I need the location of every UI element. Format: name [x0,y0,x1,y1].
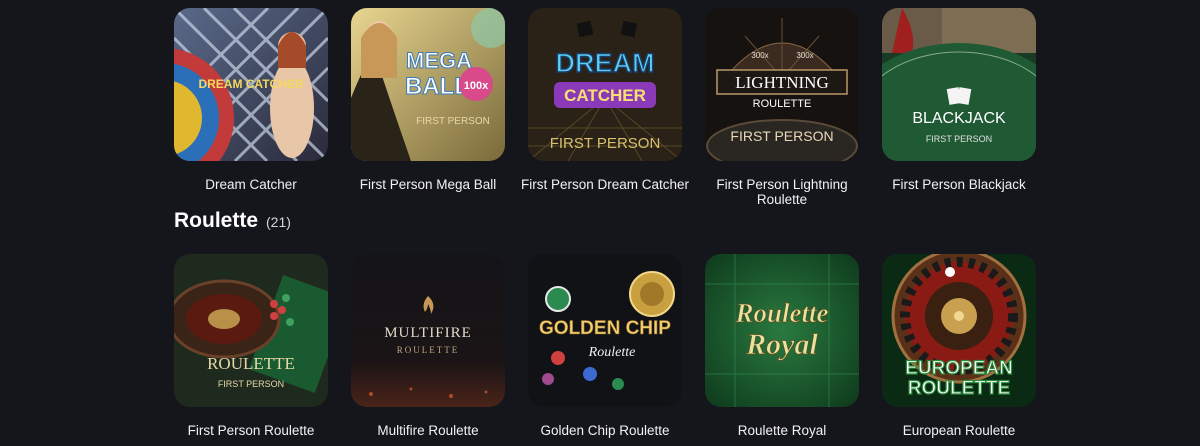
game-card-first-person-dream-catcher[interactable]: DREAM CATCHER FIRST PERSON First Person … [521,8,689,207]
game-thumbnail-multifire-roulette[interactable]: MULTIFIRE ROULETTE [351,254,505,407]
game-thumbnail-golden-chip-roulette[interactable]: GOLDEN CHIP Roulette [528,254,682,407]
game-title[interactable]: European Roulette [874,423,1044,438]
art-text: DREAM [556,48,655,78]
section-count: (21) [266,214,291,230]
game-card-multifire-roulette[interactable]: MULTIFIRE ROULETTE Multifire Roulette [351,254,505,438]
art-text: CATCHER [564,86,646,105]
section-header-roulette: Roulette (21) [174,209,291,233]
art-text: ROULETTE [207,354,295,373]
game-thumbnail-first-person-lightning-roulette[interactable]: 300x 300x LIGHTNING ROULETTE FIRST PERSO… [705,8,859,161]
art-text: ROULETTE [397,345,460,355]
game-card-first-person-blackjack[interactable]: BLACKJACK FIRST PERSON First Person Blac… [882,8,1036,207]
game-thumbnail-dream-catcher[interactable]: DREAM CATCHER [174,8,328,161]
art-text: EUROPEAN [905,358,1013,379]
art-text: 100x [464,80,489,92]
game-thumbnail-first-person-dream-catcher[interactable]: DREAM CATCHER FIRST PERSON [528,8,682,161]
game-thumbnail-roulette-royal[interactable]: Roulette Royal [705,254,859,407]
art-text: MEGA [406,48,472,73]
game-row-top: DREAM CATCHER Dream Catcher MEGA BALL 10… [174,8,1036,207]
game-title[interactable]: First Person Lightning Roulette [697,177,867,207]
art-text: ROULETTE [753,98,812,110]
game-title[interactable]: First Person Blackjack [874,177,1044,192]
game-row-roulette: ROULETTE FIRST PERSON First Person Roule… [174,254,1036,438]
art-text: MULTIFIRE [384,325,472,341]
art-text: 300x [751,51,768,60]
game-title[interactable]: First Person Roulette [166,423,336,438]
art-text: 300x [796,51,813,60]
game-card-golden-chip-roulette[interactable]: GOLDEN CHIP Roulette Golden Chip Roulett… [528,254,682,438]
game-title[interactable]: First Person Dream Catcher [520,177,690,192]
art-text: BLACKJACK [912,110,1006,127]
art-text: Royal [745,328,818,361]
section-title[interactable]: Roulette [174,209,258,233]
art-text: LIGHTNING [735,73,828,92]
game-title[interactable]: Dream Catcher [166,177,336,192]
game-title[interactable]: Roulette Royal [697,423,867,438]
game-thumbnail-first-person-roulette[interactable]: ROULETTE FIRST PERSON [174,254,328,407]
art-text: FIRST PERSON [550,135,661,152]
art-text: GOLDEN CHIP [539,318,671,339]
art-text: FIRST PERSON [730,128,833,144]
game-card-first-person-mega-ball[interactable]: MEGA BALL 100x FIRST PERSON First Person… [351,8,505,207]
art-text: ROULETTE [908,378,1010,399]
game-card-first-person-roulette[interactable]: ROULETTE FIRST PERSON First Person Roule… [174,254,328,438]
game-card-first-person-lightning-roulette[interactable]: 300x 300x LIGHTNING ROULETTE FIRST PERSO… [705,8,859,207]
game-title[interactable]: Multifire Roulette [343,423,513,438]
art-text: Roulette [735,298,829,328]
game-thumbnail-european-roulette[interactable]: EUROPEAN ROULETTE [882,254,1036,407]
game-thumbnail-first-person-blackjack[interactable]: BLACKJACK FIRST PERSON [882,8,1036,161]
game-card-dream-catcher[interactable]: DREAM CATCHER Dream Catcher [174,8,328,207]
art-text: FIRST PERSON [218,379,284,389]
game-title[interactable]: First Person Mega Ball [343,177,513,192]
game-card-roulette-royal[interactable]: Roulette Royal Roulette Royal [705,254,859,438]
art-text: FIRST PERSON [926,134,992,144]
art-text: FIRST PERSON [416,116,490,127]
art-text: DREAM CATCHER [198,77,303,91]
game-card-european-roulette[interactable]: EUROPEAN ROULETTE European Roulette [882,254,1036,438]
game-thumbnail-first-person-mega-ball[interactable]: MEGA BALL 100x FIRST PERSON [351,8,505,161]
game-title[interactable]: Golden Chip Roulette [520,423,690,438]
art-text: Roulette [588,345,636,360]
